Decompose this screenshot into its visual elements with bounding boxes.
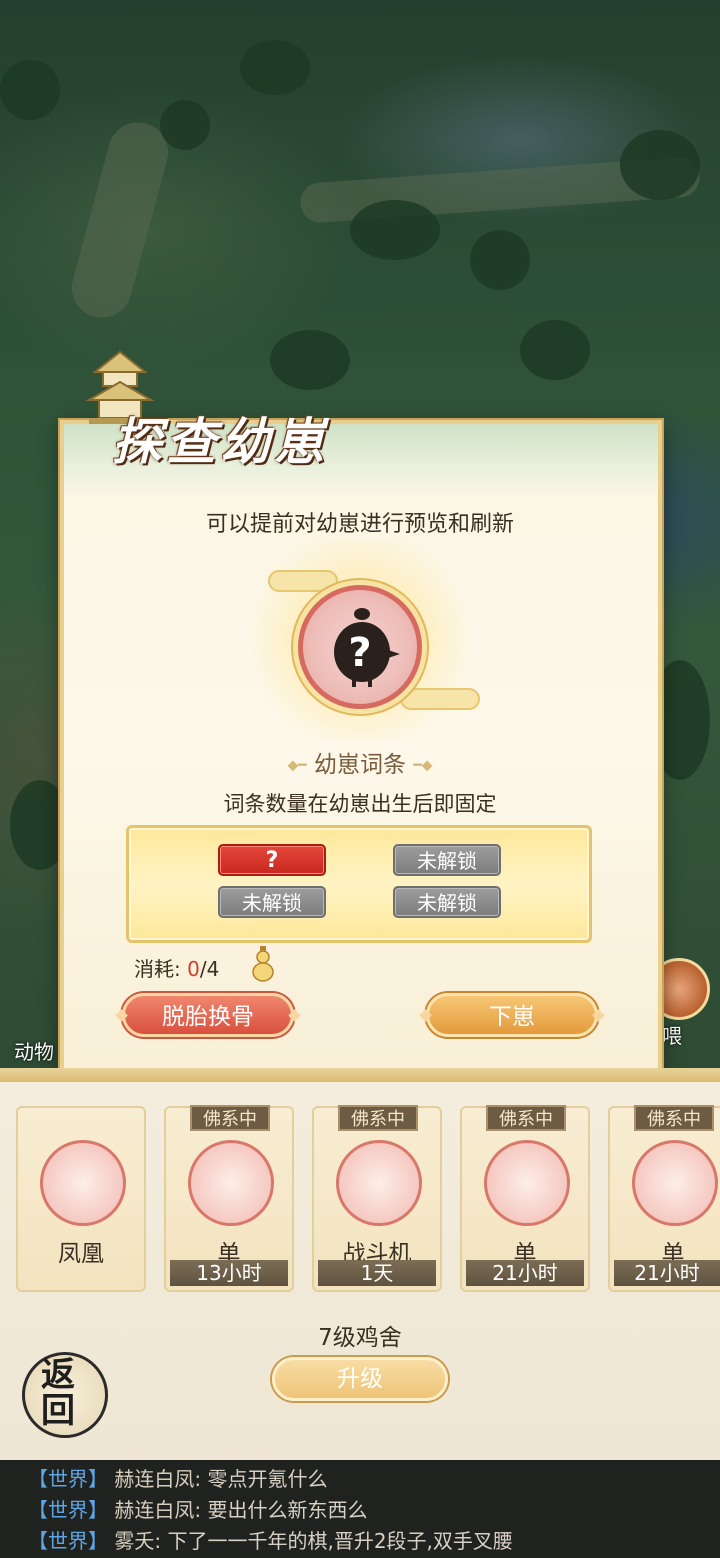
cloud-decoration [268,570,338,592]
coop-level: 7级鸡舍 [318,1325,402,1351]
chat-message: 零点开氪什么 [207,1467,328,1491]
cloud-decoration [400,688,480,710]
traits-section-title: 幼崽词条 [314,752,406,778]
animal-card[interactable]: 佛系中 单 21小时 [608,1105,720,1292]
unknown-mark: ? [348,630,371,676]
trait-slot-3[interactable]: 未解锁 [218,886,326,918]
animal-tab-label[interactable]: 动物 [14,1036,54,1065]
chat-user: 赫连白凤: [114,1498,202,1522]
world-chat[interactable]: 【世界】 赫连白凤: 零点开氪什么 【世界】 赫连白凤: 要出什么新东西么 【世… [0,1460,720,1558]
animal-timer: 13小时 [170,1260,288,1286]
rooster-avatar [632,1140,718,1226]
chat-user: 赫连白凤: [114,1467,202,1491]
animal-name: 凤凰 [58,1241,104,1267]
animal-timer: 21小时 [614,1260,720,1286]
trait-slot-1[interactable]: ? [218,844,326,876]
rooster-avatar [336,1140,422,1226]
traits-hint: 词条数量在幼崽出生后即固定 [223,792,497,816]
gourd-icon [252,946,274,982]
animal-card[interactable]: 佛系中 单 21小时 [460,1105,590,1292]
cost-label: 消耗: [134,957,181,981]
status-badge: 佛系中 [190,1105,270,1131]
chat-message: 下了一一千年的棋,晋升2段子,双手叉腰 [167,1529,513,1553]
trait-slot-4[interactable]: 未解锁 [393,886,501,918]
rooster-avatar [188,1140,274,1226]
chat-user: 雾夭: [114,1529,162,1553]
animal-card[interactable]: 佛系中 战斗机 1天 [312,1105,442,1292]
status-badge: 佛系中 [338,1105,418,1131]
dialog-title: 探查幼崽 [112,412,328,471]
status-badge: 佛系中 [634,1105,714,1131]
chat-line: 【世界】 雾夭: 下了一一千年的棋,晋升2段子,双手叉腰 [28,1525,513,1555]
reroll-button[interactable]: 脱胎换骨 [122,993,294,1037]
coop-panel-trim [0,1068,720,1082]
upgrade-button[interactable]: 升级 [272,1357,448,1401]
ornament-left-icon: ◆━ [287,757,307,774]
chat-channel: 【世界】 [28,1498,108,1522]
trait-slot-2[interactable]: 未解锁 [393,844,501,876]
chat-message: 要出什么新东西么 [207,1498,368,1522]
phoenix-avatar [40,1140,126,1226]
chat-line: 【世界】 赫连白凤: 要出什么新东西么 [28,1494,367,1524]
chat-channel: 【世界】 [28,1467,108,1491]
traits-section-label: ◆━ 幼崽词条 ━◆ [0,745,720,779]
traits-panel [126,825,592,943]
ornament-right-icon: ━◆ [413,757,433,774]
dialog-subtitle: 可以提前对幼崽进行预览和刷新 [205,512,514,537]
cost-current: 0 [187,957,200,981]
animal-card[interactable]: 佛系中 单 13小时 [164,1105,294,1292]
back-button-label[interactable]: 返回 [34,1357,82,1429]
chat-channel: 【世界】 [28,1529,108,1553]
feed-label[interactable]: 喂 [662,1020,682,1049]
status-badge: 佛系中 [486,1105,566,1131]
animal-timer: 21小时 [466,1260,584,1286]
animal-card-phoenix[interactable]: 凤凰 [16,1106,146,1292]
animal-timer: 1天 [318,1260,436,1286]
cost-row: 消耗: 0/4 [134,953,219,982]
rooster-avatar [484,1140,570,1226]
cost-total: /4 [199,957,220,981]
hatch-button[interactable]: 下崽 [426,993,598,1037]
mystery-chick-icon: ? [334,608,400,687]
chat-line: 【世界】 赫连白凤: 零点开氪什么 [28,1463,327,1493]
